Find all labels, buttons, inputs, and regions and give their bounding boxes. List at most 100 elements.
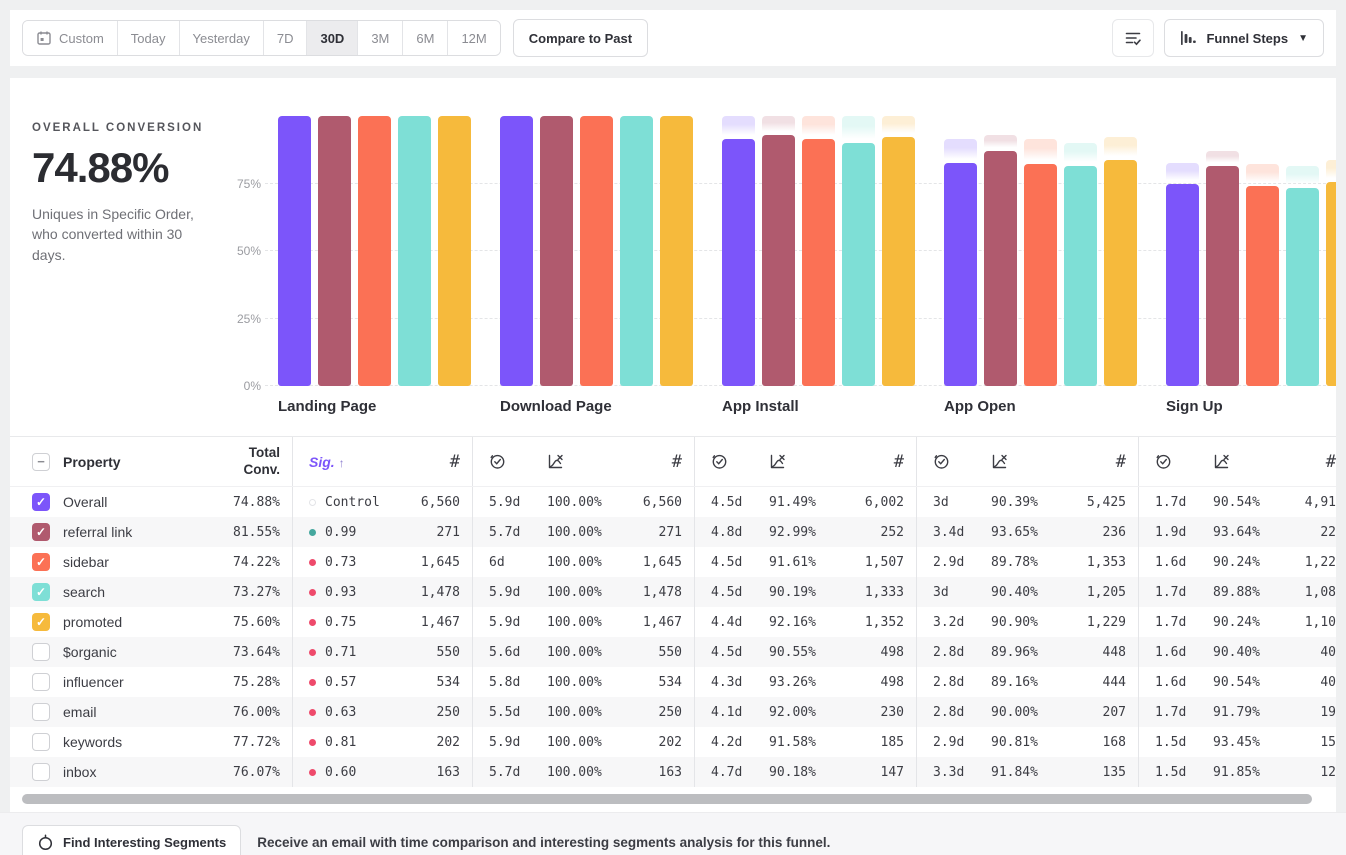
funnel-bar-promoted[interactable]	[1104, 160, 1137, 386]
step-count: 271	[631, 525, 682, 540]
step-count: 6,560	[631, 495, 682, 510]
total-conv-column-header[interactable]: TotalConv.	[194, 445, 280, 479]
segment-checkbox[interactable]: ✓	[32, 613, 50, 631]
property-name[interactable]: inbox	[63, 764, 194, 780]
count-column-header[interactable]: #	[1116, 452, 1126, 472]
property-name[interactable]: keywords	[63, 734, 194, 750]
dropoff-ghost-bar	[1286, 166, 1319, 185]
segment-checkbox[interactable]: ✓	[32, 583, 50, 601]
find-interesting-segments-button[interactable]: Find Interesting Segments	[22, 825, 241, 855]
step-label: Download Page	[500, 398, 694, 415]
segment-checkbox[interactable]: ✓	[32, 523, 50, 541]
conversion-rate-column-header[interactable]	[1213, 453, 1297, 470]
bar-group-sign-up	[1166, 116, 1336, 386]
avg-time-column-header[interactable]	[711, 453, 769, 470]
conversion-rate-column-header[interactable]	[547, 453, 631, 470]
funnel-bar-promoted[interactable]	[438, 116, 471, 386]
funnel-bar-search[interactable]	[398, 116, 431, 386]
legend-toggle-button[interactable]	[1112, 19, 1154, 57]
date-range-3m[interactable]: 3M	[358, 21, 403, 55]
table-row-$organic: $organic73.64%0.715505.6d100.00%5504.5d9…	[10, 637, 1336, 667]
funnel-bar-referral-link[interactable]	[984, 151, 1017, 386]
step-section-header: #	[916, 437, 1138, 486]
property-name[interactable]: sidebar	[63, 554, 194, 570]
conversion-rate-value: 91.61%	[769, 555, 853, 570]
property-name[interactable]: referral link	[63, 524, 194, 540]
segment-checkbox[interactable]	[32, 733, 50, 751]
property-name[interactable]: search	[63, 584, 194, 600]
funnel-bar-overall[interactable]	[278, 116, 311, 386]
funnel-bar-search[interactable]	[1286, 188, 1319, 386]
count-column-header[interactable]: #	[1326, 452, 1336, 472]
date-range-30d[interactable]: 30D	[307, 21, 358, 55]
funnel-steps-dropdown[interactable]: Funnel Steps ▼	[1164, 19, 1324, 57]
count-column-header[interactable]: #	[672, 452, 682, 472]
avg-time-value: 3d	[933, 585, 991, 600]
funnel-bar-referral-link[interactable]	[318, 116, 351, 386]
date-range-6m[interactable]: 6M	[403, 21, 448, 55]
significance-dot	[309, 769, 316, 776]
avg-time-column-header[interactable]	[1155, 453, 1213, 470]
date-range-12m[interactable]: 12M	[448, 21, 499, 55]
funnel-bar-overall[interactable]	[1166, 184, 1199, 386]
significance-column-header[interactable]: Sig. ↑	[309, 454, 450, 470]
segment-checkbox[interactable]	[32, 673, 50, 691]
segment-checkbox[interactable]	[32, 703, 50, 721]
select-all-checkbox[interactable]: −	[32, 453, 50, 471]
conversion-rate-value: 89.16%	[991, 675, 1075, 690]
funnel-bar-sidebar[interactable]	[1024, 164, 1057, 386]
funnel-bar-promoted[interactable]	[660, 116, 693, 386]
segment-checkbox[interactable]: ✓	[32, 493, 50, 511]
property-name[interactable]: $organic	[63, 644, 194, 660]
funnel-bar-search[interactable]	[1064, 166, 1097, 386]
avg-time-value: 1.9d	[1155, 525, 1213, 540]
avg-time-value: 2.9d	[933, 735, 991, 750]
step-count: 163	[385, 765, 461, 780]
property-name[interactable]: email	[63, 704, 194, 720]
horizontal-scrollbar[interactable]	[22, 794, 1312, 804]
y-axis-tick-label: 25%	[237, 312, 261, 326]
avg-time-column-header[interactable]	[933, 453, 991, 470]
bar-slot	[1326, 116, 1336, 386]
date-range-custom[interactable]: Custom	[23, 21, 118, 55]
segment-checkbox[interactable]	[32, 763, 50, 781]
count-column-header[interactable]: #	[894, 452, 904, 472]
funnel-bar-search[interactable]	[842, 143, 875, 387]
count-column-header[interactable]: #	[450, 452, 460, 472]
date-range-today[interactable]: Today	[118, 21, 180, 55]
funnel-bar-overall[interactable]	[944, 163, 977, 386]
funnel-bar-sidebar[interactable]	[580, 116, 613, 386]
property-name[interactable]: promoted	[63, 614, 194, 630]
funnel-bar-sidebar[interactable]	[358, 116, 391, 386]
total-conversion-value: 74.88%	[194, 495, 280, 510]
bar-slot	[1166, 116, 1199, 386]
y-axis-tick-label: 75%	[237, 177, 261, 191]
property-column-header[interactable]: Property	[63, 454, 194, 470]
avg-time-value: 4.3d	[711, 675, 769, 690]
date-range-7d[interactable]: 7D	[264, 21, 308, 55]
funnel-bar-referral-link[interactable]	[762, 135, 795, 386]
property-name[interactable]: Overall	[63, 494, 194, 510]
property-name[interactable]: influencer	[63, 674, 194, 690]
date-range-yesterday[interactable]: Yesterday	[180, 21, 264, 55]
segment-checkbox[interactable]	[32, 643, 50, 661]
funnel-bar-sidebar[interactable]	[802, 139, 835, 386]
conversion-rate-column-header[interactable]	[769, 453, 853, 470]
avg-time-column-header[interactable]	[489, 453, 547, 470]
compare-to-past-button[interactable]: Compare to Past	[513, 19, 648, 57]
funnel-bar-referral-link[interactable]	[540, 116, 573, 386]
funnel-bar-overall[interactable]	[722, 139, 755, 386]
funnel-bar-referral-link[interactable]	[1206, 166, 1239, 386]
funnel-bar-overall[interactable]	[500, 116, 533, 386]
segment-checkbox[interactable]: ✓	[32, 553, 50, 571]
step-count: 163	[631, 765, 682, 780]
dropoff-ghost-bar	[1326, 160, 1336, 179]
funnel-bar-promoted[interactable]	[882, 137, 915, 386]
funnel-bar-sidebar[interactable]	[1246, 186, 1279, 386]
avg-time-value: 2.9d	[933, 555, 991, 570]
bar-slot	[318, 116, 351, 386]
funnel-bar-search[interactable]	[620, 116, 653, 386]
bar-group-app-install	[722, 116, 916, 386]
conversion-rate-column-header[interactable]	[991, 453, 1075, 470]
funnel-bar-promoted[interactable]	[1326, 182, 1336, 386]
